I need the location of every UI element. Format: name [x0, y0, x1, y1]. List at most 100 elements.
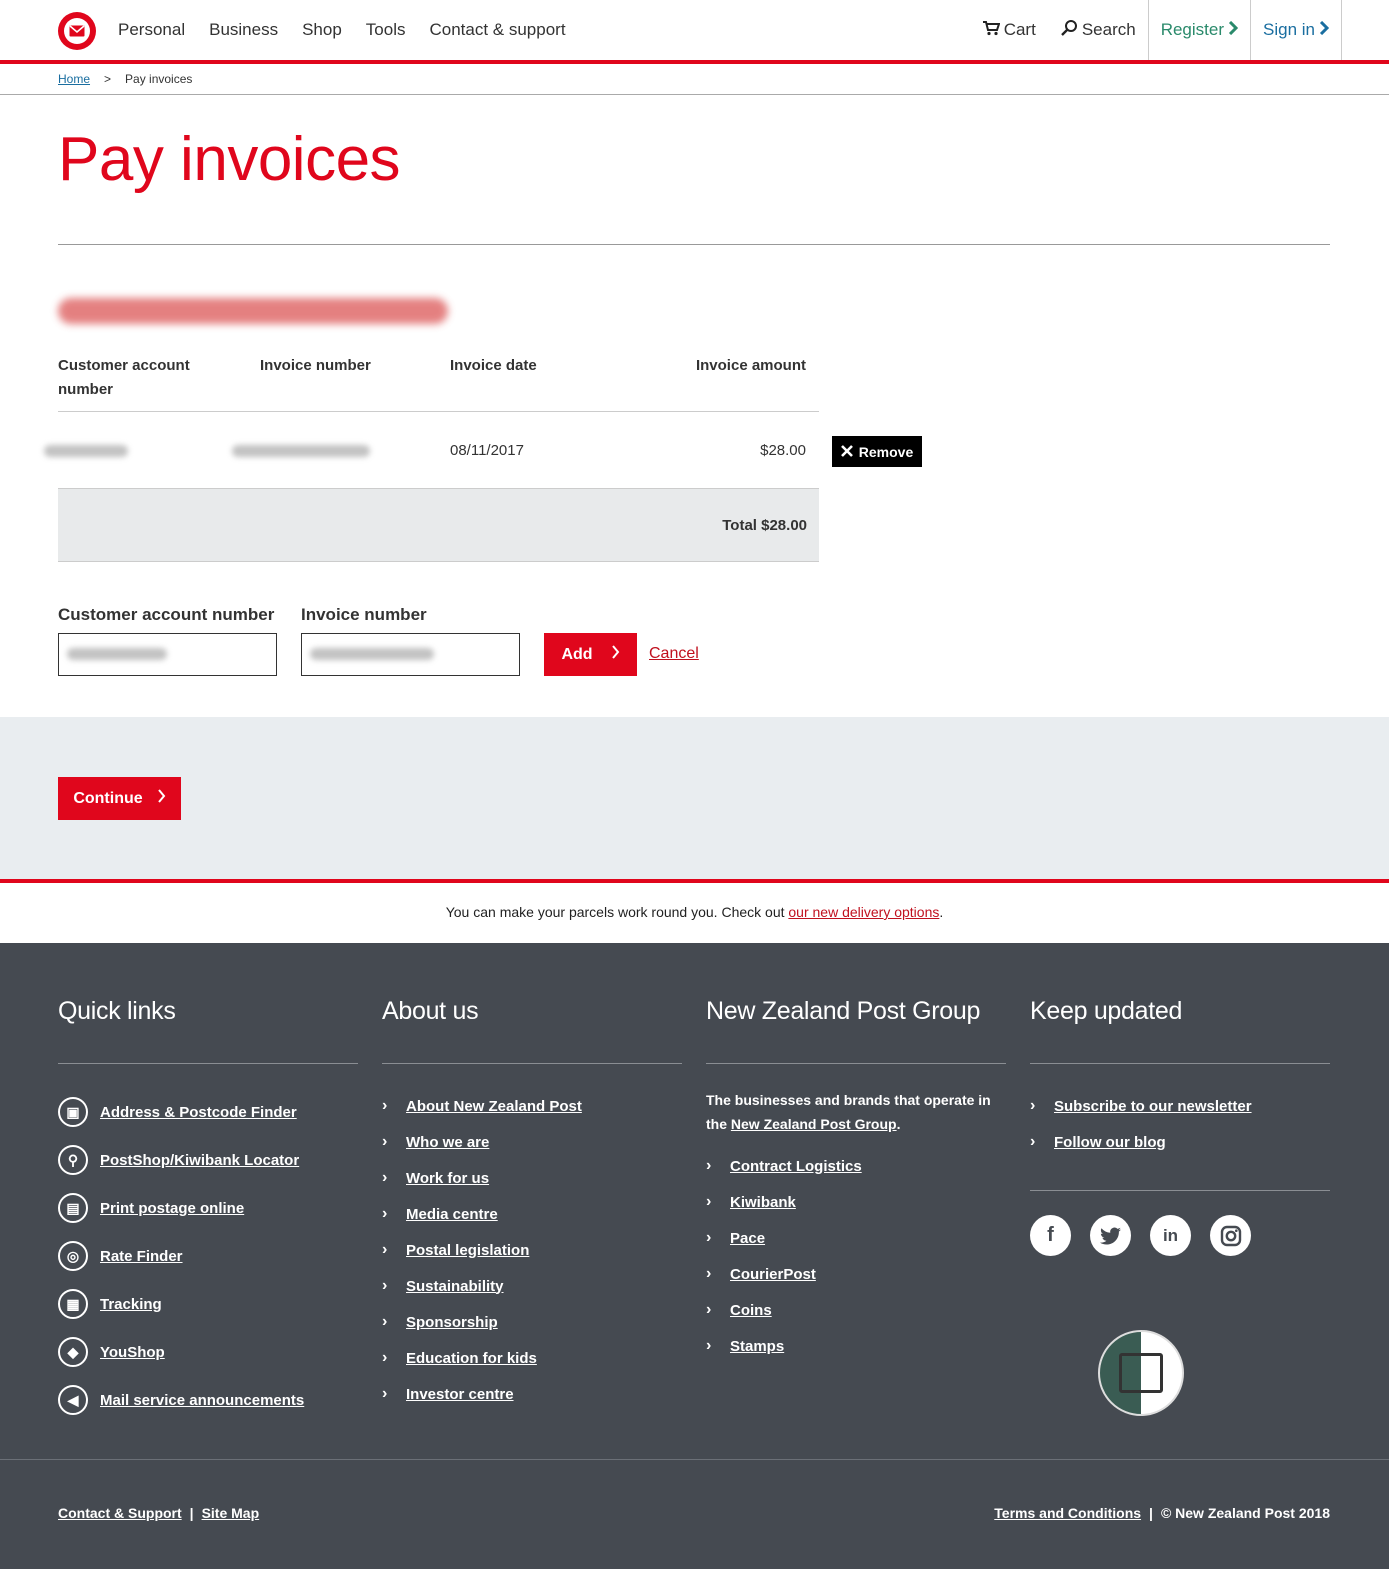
nav-contact-support[interactable]: Contact & support: [429, 20, 565, 40]
account-number-input[interactable]: [58, 633, 277, 676]
quick-link-label[interactable]: PostShop/Kiwibank Locator: [100, 1152, 299, 1169]
about-link[interactable]: › Postal legislation: [382, 1232, 682, 1268]
quick-links-column: Quick links ▣ Address & Postcode Finder …: [58, 997, 358, 1436]
breadcrumb: Home > Pay invoices: [58, 72, 192, 86]
column-divider: [382, 1063, 682, 1064]
group-link[interactable]: › Pace: [706, 1220, 1006, 1256]
cancel-link[interactable]: Cancel: [649, 645, 699, 663]
quick-link-locator[interactable]: ⚲ PostShop/Kiwibank Locator: [58, 1136, 358, 1184]
breadcrumb-home[interactable]: Home: [58, 72, 90, 86]
about-link-label[interactable]: Education for kids: [406, 1350, 537, 1367]
group-link-label[interactable]: Stamps: [730, 1338, 784, 1355]
group-link[interactable]: › CourierPost: [706, 1256, 1006, 1292]
group-link-label[interactable]: CourierPost: [730, 1266, 816, 1283]
redacted-account-number: [44, 445, 128, 457]
keep-updated-column: Keep updated › Subscribe to our newslette…: [1030, 997, 1330, 1256]
about-link-label[interactable]: Postal legislation: [406, 1242, 529, 1259]
signin-link[interactable]: Sign in: [1250, 0, 1342, 60]
about-link[interactable]: › Sponsorship: [382, 1304, 682, 1340]
quick-link-label[interactable]: Address & Postcode Finder: [100, 1104, 297, 1121]
about-link-label[interactable]: Media centre: [406, 1206, 498, 1223]
about-link[interactable]: › Investor centre: [382, 1376, 682, 1412]
chevron-right-icon: ›: [382, 1097, 388, 1114]
about-link[interactable]: › Education for kids: [382, 1340, 682, 1376]
chevron-right-icon: [157, 789, 166, 808]
group-link-label[interactable]: Pace: [730, 1230, 765, 1247]
update-link-label[interactable]: Subscribe to our newsletter: [1054, 1098, 1252, 1115]
quick-link-address-finder[interactable]: ▣ Address & Postcode Finder: [58, 1088, 358, 1136]
quick-link-youshop[interactable]: ◆ YouShop: [58, 1328, 358, 1376]
update-link-label[interactable]: Follow our blog: [1054, 1134, 1166, 1151]
nz-post-logo[interactable]: [58, 12, 96, 50]
quick-link-label[interactable]: Rate Finder: [100, 1248, 183, 1265]
group-link[interactable]: › Coins: [706, 1292, 1006, 1328]
add-button[interactable]: Add: [544, 633, 637, 676]
nav-tools[interactable]: Tools: [366, 20, 406, 40]
header-invoice-number: Invoice number: [260, 357, 371, 374]
print-icon: ▤: [58, 1193, 88, 1223]
header-invoice-amount: Invoice amount: [695, 357, 806, 374]
accessibility-badge-icon[interactable]: [1098, 1330, 1184, 1416]
terms-link[interactable]: Terms and Conditions: [994, 1505, 1141, 1521]
site-map-link[interactable]: Site Map: [202, 1505, 260, 1521]
about-link-label[interactable]: About New Zealand Post: [406, 1098, 582, 1115]
group-link-label[interactable]: Contract Logistics: [730, 1158, 862, 1175]
about-link[interactable]: › About New Zealand Post: [382, 1088, 682, 1124]
continue-button[interactable]: Continue: [58, 777, 181, 820]
header-account-number: Customer account number: [58, 357, 190, 398]
quick-link-label[interactable]: Tracking: [100, 1296, 162, 1313]
chevron-right-icon: ›: [382, 1313, 388, 1330]
quick-link-rate-finder[interactable]: ◎ Rate Finder: [58, 1232, 358, 1280]
nav-business[interactable]: Business: [209, 20, 278, 40]
nav-personal[interactable]: Personal: [118, 20, 185, 40]
group-link[interactable]: › Kiwibank: [706, 1184, 1006, 1220]
about-link[interactable]: › Who we are: [382, 1124, 682, 1160]
quick-link-announcements[interactable]: ◀ Mail service announcements: [58, 1376, 358, 1424]
twitter-icon[interactable]: [1090, 1215, 1131, 1256]
group-intro-end: .: [896, 1116, 901, 1132]
update-link[interactable]: › Subscribe to our newsletter: [1030, 1088, 1330, 1124]
nav-shop[interactable]: Shop: [302, 20, 342, 40]
quick-links-title: Quick links: [58, 997, 176, 1025]
instagram-icon[interactable]: [1210, 1215, 1251, 1256]
remove-button[interactable]: Remove: [832, 436, 922, 467]
notice-end: .: [939, 904, 944, 920]
locator-icon: ⚲: [58, 1145, 88, 1175]
group-link[interactable]: › Stamps: [706, 1328, 1006, 1364]
group-intro-link[interactable]: New Zealand Post Group: [731, 1116, 897, 1132]
about-link-label[interactable]: Work for us: [406, 1170, 489, 1187]
quick-link-label[interactable]: Print postage online: [100, 1200, 244, 1217]
quick-link-print-postage[interactable]: ▤ Print postage online: [58, 1184, 358, 1232]
about-link-label[interactable]: Sponsorship: [406, 1314, 498, 1331]
invoice-date-cell: 08/11/2017: [450, 442, 524, 459]
column-divider: [1030, 1063, 1330, 1064]
breadcrumb-separator: >: [104, 72, 112, 86]
about-link-label[interactable]: Who we are: [406, 1134, 489, 1151]
search-link[interactable]: Search: [1048, 0, 1148, 60]
update-link[interactable]: › Follow our blog: [1030, 1124, 1330, 1160]
contact-support-link[interactable]: Contact & Support: [58, 1505, 182, 1521]
group-link-label[interactable]: Coins: [730, 1302, 772, 1319]
linkedin-icon[interactable]: in: [1150, 1215, 1191, 1256]
invoice-number-input[interactable]: [301, 633, 520, 676]
quick-link-label[interactable]: Mail service announcements: [100, 1392, 304, 1409]
group-link-label[interactable]: Kiwibank: [730, 1194, 796, 1211]
about-link-label[interactable]: Sustainability: [406, 1278, 504, 1295]
about-link[interactable]: › Media centre: [382, 1196, 682, 1232]
group-link[interactable]: › Contract Logistics: [706, 1148, 1006, 1184]
register-link[interactable]: Register: [1147, 0, 1250, 60]
chevron-right-icon: ›: [382, 1349, 388, 1366]
quick-link-tracking[interactable]: ▦ Tracking: [58, 1280, 358, 1328]
cart-link[interactable]: Cart: [970, 0, 1048, 60]
notice-text: You can make your parcels work round you…: [445, 904, 789, 920]
group-intro: The businesses and brands that operate i…: [706, 1088, 1006, 1136]
about-link-label[interactable]: Investor centre: [406, 1386, 514, 1403]
about-link[interactable]: › Sustainability: [382, 1268, 682, 1304]
header-red-bar: [0, 60, 1389, 64]
about-link[interactable]: › Work for us: [382, 1160, 682, 1196]
quick-link-label[interactable]: YouShop: [100, 1344, 165, 1361]
chevron-right-icon: ›: [706, 1229, 712, 1246]
nz-post-group-column: New Zealand Post Group The businesses an…: [706, 997, 1006, 1376]
delivery-options-link[interactable]: our new delivery options: [788, 904, 939, 920]
facebook-icon[interactable]: f: [1030, 1215, 1071, 1256]
